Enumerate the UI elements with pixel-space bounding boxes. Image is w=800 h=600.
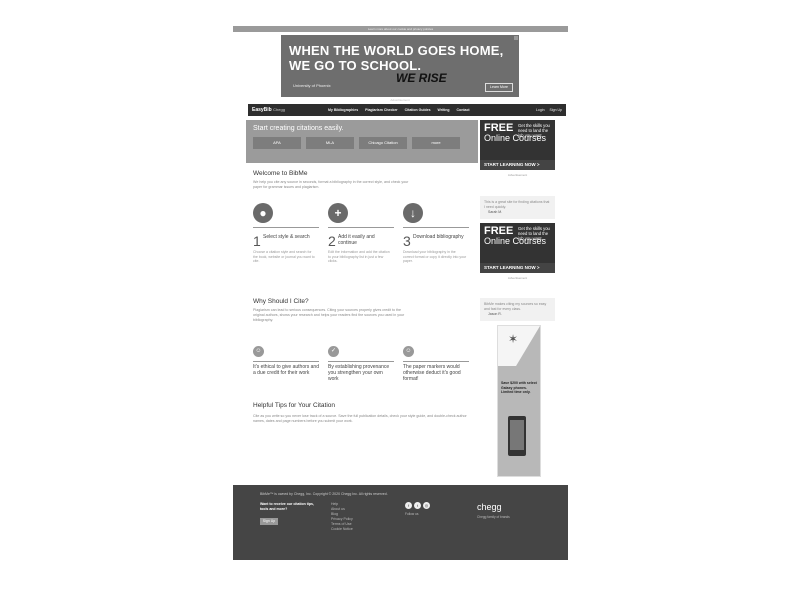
citation-hero: Start creating citations easily. APA MLA… (246, 120, 478, 163)
ad-cta[interactable]: START LEARNING NOW > (480, 263, 555, 273)
signup-link[interactable]: Sign Up (550, 108, 562, 112)
divider (328, 361, 394, 362)
why-item-2: ✓ By establishing provenance you strengt… (328, 346, 394, 382)
main-nav: EasyBib Chegg My Bibliographies Plagiari… (248, 104, 566, 116)
login-link[interactable]: Login (536, 108, 545, 112)
style-buttons: APA MLA Chicago Citation more (253, 137, 460, 149)
site-logo[interactable]: EasyBib Chegg (252, 107, 285, 113)
banner-caption: Advertisement (390, 98, 410, 102)
side-ad-caption: Advertisement (507, 276, 528, 280)
chegg-sub: Chegg family of brands (477, 515, 510, 519)
divider (403, 227, 469, 228)
banner-ad[interactable]: WHEN THE WORLD GOES HOME, WE GO TO SCHOO… (281, 35, 519, 97)
banner-cta[interactable]: Learn More (485, 83, 513, 92)
plus-step-icon: + (328, 203, 348, 223)
step-number: 3 (403, 233, 411, 249)
ad-free: FREE (484, 122, 514, 134)
nav-links: My Bibliographies Plagiarism Checker Cit… (328, 108, 470, 112)
ad-text: Get the skills you need to land the job … (518, 226, 550, 241)
style-button-apa[interactable]: APA (253, 137, 301, 149)
nav-link[interactable]: Writing (438, 108, 450, 112)
search-step-icon: ● (253, 203, 273, 223)
why-text: Plagiarism can lead to serious consequen… (253, 308, 405, 322)
step-number: 1 (253, 233, 261, 249)
step-desc: Edit the information and add the citatio… (328, 250, 390, 263)
ad-choices-icon[interactable] (514, 36, 518, 40)
logo-text: EasyBib (252, 107, 272, 113)
divider (253, 361, 319, 362)
footer-link[interactable]: Cookie Notice (331, 527, 353, 532)
testimonial-author: Jason R. (488, 312, 502, 316)
nav-link[interactable]: Contact (457, 108, 470, 112)
footer-copyright: BibMe™ is owned by Chegg, Inc. Copyright… (260, 492, 388, 496)
style-button-chicago[interactable]: Chicago Citation (359, 137, 407, 149)
feature-3: ↓ 3 Download bibliography Download your … (403, 203, 469, 263)
smile-icon: ☺ (403, 346, 414, 357)
ethics-icon: ☺ (253, 346, 264, 357)
divider (328, 227, 394, 228)
step-desc: Choose a citation style and search for t… (253, 250, 315, 263)
nav-link[interactable]: Citation Guides (405, 108, 431, 112)
ad-text: Get the skills you need to land the job … (518, 123, 550, 138)
welcome-text: We help you cite any source in seconds, … (253, 180, 409, 189)
footer-links: Help About us Blog Privacy Policy Terms … (331, 502, 353, 532)
ad-free: FREE (484, 225, 514, 237)
tips-text: Cite as you write so you never lose trac… (253, 414, 467, 423)
side-ad-1[interactable]: FREE Online Courses Get the skills you n… (480, 120, 555, 170)
phone-icon (508, 416, 526, 456)
skyscraper-ad[interactable]: ✶ Save $200 with select Galaxy phones. L… (497, 325, 541, 477)
testimonial-text: This is a great site for finding citatio… (484, 200, 550, 209)
step-title: Download bibliography (413, 234, 464, 240)
testimonial: BibMe makes citing my sources so easy an… (480, 298, 555, 321)
why-title: Why Should I Cite? (253, 298, 309, 305)
step-desc: Download your bibliography in the correc… (403, 250, 467, 263)
why-item-3: ☺ The paper markers would otherwise dedu… (403, 346, 469, 382)
follow-label: Follow us (405, 512, 419, 516)
testimonial: This is a great site for finding citatio… (480, 196, 555, 219)
side-ad-2[interactable]: FREE Online Courses Get the skills you n… (480, 223, 555, 273)
step-title: Select style & search (263, 234, 310, 240)
step-title: Add it easily and continue (338, 234, 375, 246)
nav-link[interactable]: My Bibliographies (328, 108, 358, 112)
footer: BibMe™ is owned by Chegg, Inc. Copyright… (233, 485, 568, 560)
page: Learn more about our cookie and privacy … (233, 26, 568, 560)
step-number: 2 (328, 233, 336, 249)
divider (253, 227, 319, 228)
style-button-mla[interactable]: MLA (306, 137, 354, 149)
facebook-icon[interactable]: f (405, 502, 412, 509)
logo-sub: Chegg (273, 107, 285, 112)
social-links: f t ◎ (405, 502, 430, 509)
ad-cta[interactable]: START LEARNING NOW > (480, 160, 555, 170)
why-item-title: The paper markers would otherwise deduct… (403, 364, 461, 382)
banner-line1: WHEN THE WORLD GOES HOME, (289, 43, 504, 58)
welcome-title: Welcome to BibMe (253, 170, 308, 177)
carrier-logo-icon: ✶ (508, 332, 519, 346)
testimonial-author: Sarah M. (488, 210, 503, 214)
testimonial-text: BibMe makes citing my sources so easy an… (484, 302, 547, 311)
style-button-more[interactable]: more (412, 137, 460, 149)
footer-subscribe: Want to receive our citation tips, tools… (260, 502, 314, 511)
why-item-title: By establishing provenance you strengthe… (328, 364, 390, 382)
banner-brand: University of Phoenix (293, 83, 331, 88)
side-ad-caption: Advertisement (507, 173, 528, 177)
why-item-1: ☺ It's ethical to give authors and a due… (253, 346, 319, 376)
nav-link[interactable]: Plagiarism Checker (365, 108, 398, 112)
banner-tagline: WE RISE (396, 71, 447, 85)
tips-title: Helpful Tips for Your Citation (253, 402, 336, 409)
hero-title: Start creating citations easily. (253, 125, 344, 132)
feature-2: + 2 Add it easily and continue Edit the … (328, 203, 394, 263)
feature-1: ● 1 Select style & search Choose a citat… (253, 203, 319, 263)
nav-account: Login Sign Up (536, 108, 562, 112)
why-item-title: It's ethical to give authors and a due c… (253, 364, 319, 376)
chegg-logo[interactable]: chegg (477, 502, 502, 512)
check-icon: ✓ (328, 346, 339, 357)
twitter-icon[interactable]: t (414, 502, 421, 509)
cookie-strip: Learn more about our cookie and privacy … (233, 26, 568, 32)
skyscraper-text: Save $200 with select Galaxy phones. Lim… (501, 381, 537, 394)
divider (403, 361, 469, 362)
footer-signup-button[interactable]: Sign Up (260, 518, 278, 525)
instagram-icon[interactable]: ◎ (423, 502, 430, 509)
download-step-icon: ↓ (403, 203, 423, 223)
